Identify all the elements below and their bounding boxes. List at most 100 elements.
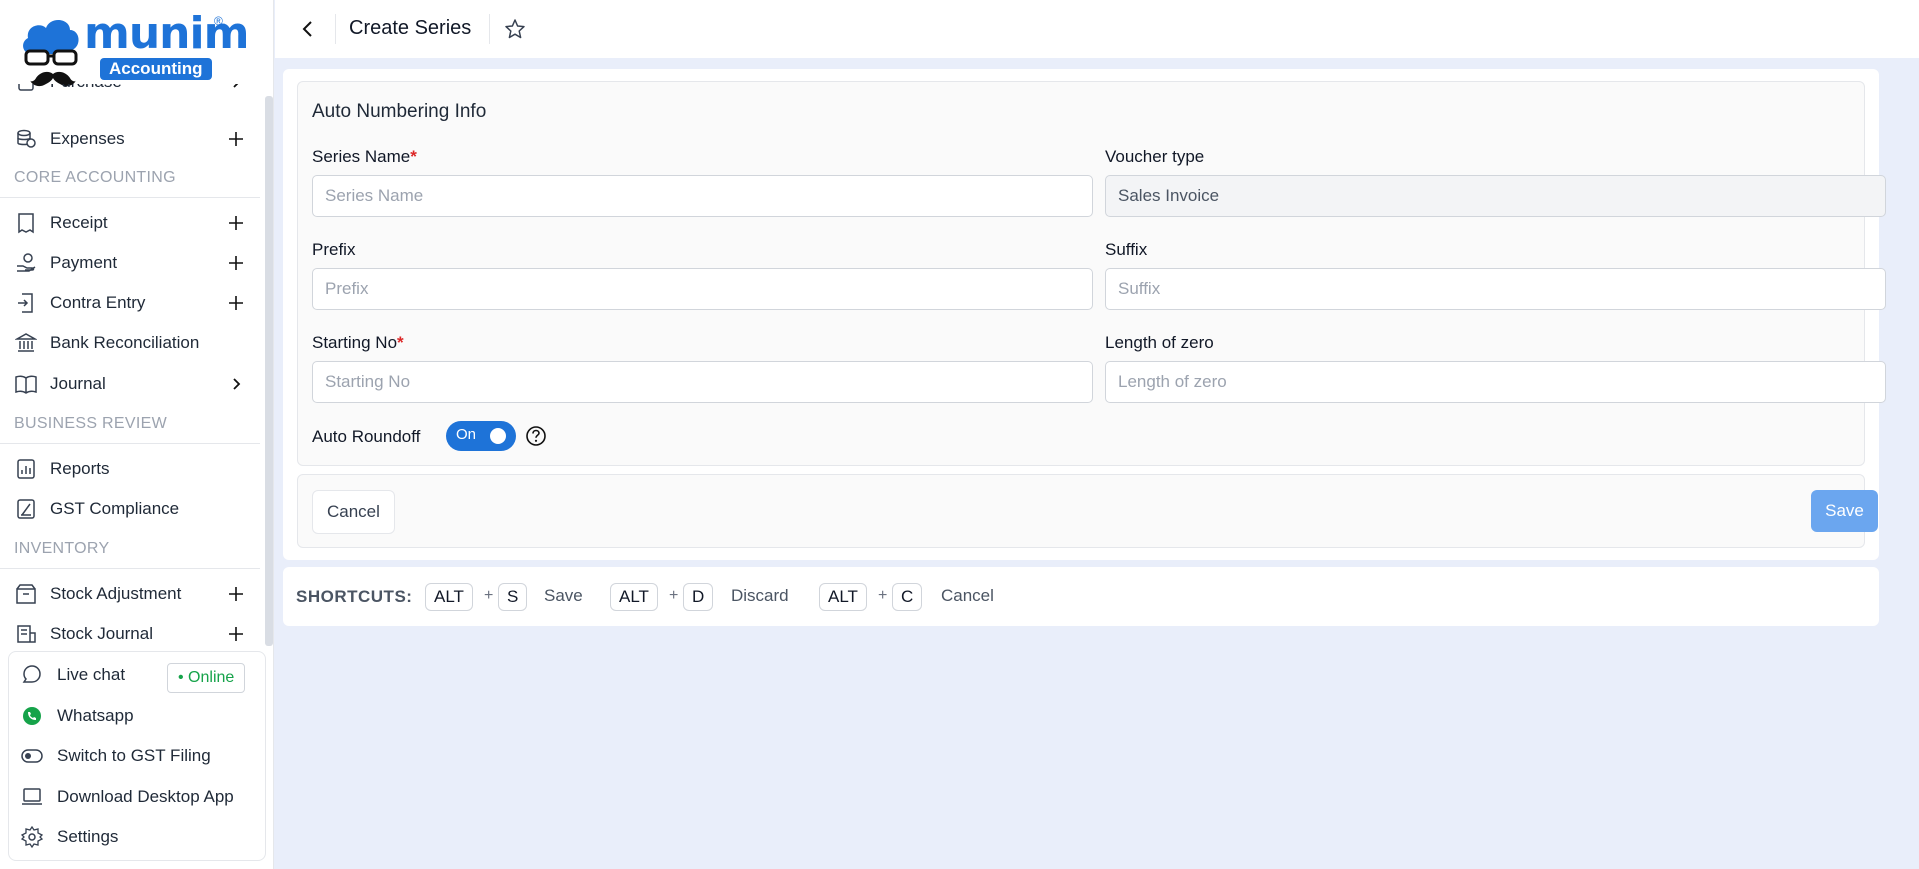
switch-gst-label: Switch to GST Filing (57, 746, 211, 765)
divider (0, 568, 260, 569)
voucher-type-input (1105, 175, 1886, 217)
receipt-icon (15, 212, 37, 234)
box-icon (15, 583, 37, 605)
suffix-input[interactable] (1105, 268, 1886, 310)
starting-no-input[interactable] (312, 361, 1093, 403)
back-arrow-icon[interactable] (295, 16, 321, 42)
download-app-label: Download Desktop App (57, 787, 234, 806)
cancel-button[interactable]: Cancel (312, 490, 395, 534)
section-heading: BUSINESS REVIEW (14, 415, 167, 432)
sidebar-item-label: Journal (50, 374, 106, 393)
sidebar-item-label: Payment (50, 253, 118, 272)
save-button[interactable]: Save (1811, 490, 1878, 532)
chevron-right-icon[interactable] (225, 84, 247, 93)
sidebar-item-gst-compliance[interactable]: GST Compliance (0, 489, 262, 529)
stock-journal-icon (15, 623, 37, 644)
sidebar-item-contra-entry[interactable]: Contra Entry (0, 283, 262, 323)
shortcut-key: ALT (610, 583, 658, 611)
whatsapp-link[interactable]: Whatsapp (9, 697, 265, 735)
sidebar-item-purchase[interactable]: Purchase (0, 84, 262, 102)
toggle-state-text: On (456, 426, 477, 443)
shortcuts-title: SHORTCUTS: (296, 587, 413, 606)
whatsapp-label: Whatsapp (57, 706, 134, 725)
shortcuts-bar: SHORTCUTS: ALT + S Save ALT + D Discard … (283, 567, 1879, 626)
gear-icon (21, 826, 43, 848)
shortcut-key: S (498, 583, 528, 611)
settings-link[interactable]: Settings (9, 818, 265, 856)
voucher-type-label: Voucher type (1105, 147, 1205, 166)
toggle-knob (490, 428, 506, 444)
monitor-icon (21, 786, 43, 808)
sidebar-item-expenses[interactable]: Expenses (0, 119, 262, 159)
hand-coin-icon (15, 252, 37, 274)
plus-icon[interactable] (225, 128, 247, 150)
sidebar-item-bank-reconciliation[interactable]: Bank Reconciliation (0, 323, 262, 363)
prefix-label: Prefix (312, 240, 356, 259)
sidebar-item-label: Expenses (50, 129, 125, 148)
divider (0, 443, 260, 444)
shortcut-action: Save (544, 586, 583, 605)
plus-icon[interactable] (225, 583, 247, 605)
sidebar-nav: Purchase Expenses CORE ACCOUNTING Receip… (0, 84, 262, 644)
live-chat-label: Live chat (57, 665, 126, 684)
sidebar-item-stock-journal[interactable]: Stock Journal (0, 614, 262, 644)
gst-icon (15, 498, 37, 520)
create-series-card: Auto Numbering Info Series Name* Voucher… (283, 69, 1886, 560)
chart-icon (15, 458, 37, 480)
shortcut-plus: + (669, 587, 679, 604)
prefix-input[interactable] (312, 268, 1093, 310)
shortcut-action: Cancel (941, 586, 994, 605)
bank-icon (15, 332, 37, 354)
online-status-badge: • Online (167, 663, 246, 693)
sidebar-item-payment[interactable]: Payment (0, 243, 262, 283)
plus-icon[interactable] (225, 623, 247, 644)
series-name-label-text: Series Name (312, 147, 411, 166)
munim-logo[interactable]: munim ® Accounting (20, 8, 249, 87)
section-heading: CORE ACCOUNTING (14, 169, 176, 186)
suffix-label: Suffix (1105, 240, 1148, 259)
sidebar-scrollbar[interactable] (265, 96, 273, 646)
section-heading: INVENTORY (14, 540, 110, 557)
sidebar-item-journal[interactable]: Journal (0, 364, 262, 404)
auto-roundoff-label: Auto Roundoff (312, 427, 421, 446)
top-bar: Create Series (275, 0, 1919, 58)
plus-icon[interactable] (225, 252, 247, 274)
live-chat-link[interactable]: Live chat • Online (9, 656, 265, 694)
plus-icon[interactable] (225, 292, 247, 314)
shortcut-action: Discard (731, 586, 789, 605)
sidebar-footer: Live chat • Online Whatsapp Switch to GS… (8, 651, 266, 861)
auto-numbering-form: Auto Numbering Info Series Name* Voucher… (297, 81, 1886, 466)
chat-icon (21, 664, 43, 686)
whatsapp-icon (21, 705, 43, 727)
length-of-zero-label: Length of zero (1105, 333, 1214, 352)
required-marker: * (397, 333, 404, 352)
page-title: Create Series (349, 17, 472, 39)
required-marker: * (410, 147, 417, 166)
coins-icon (15, 128, 37, 150)
shortcut-key: C (892, 583, 923, 611)
form-actions: Cancel Save (297, 474, 1878, 548)
sidebar-item-reports[interactable]: Reports (0, 449, 262, 489)
shortcut-key: D (683, 583, 714, 611)
brand-word: munim (84, 8, 249, 59)
auto-roundoff-toggle[interactable]: On (446, 421, 516, 451)
sidebar-item-label: Stock Journal (50, 624, 153, 643)
sidebar: munim ® Accounting Purchase Expenses COR… (0, 0, 274, 869)
divider (335, 14, 336, 44)
length-of-zero-input[interactable] (1105, 361, 1886, 403)
shortcut-key: ALT (425, 583, 473, 611)
switch-gst-filing-link[interactable]: Switch to GST Filing (9, 737, 265, 775)
plus-icon[interactable] (225, 212, 247, 234)
divider (489, 14, 490, 44)
series-name-input[interactable] (312, 175, 1093, 217)
sidebar-item-stock-adjustment[interactable]: Stock Adjustment (0, 574, 262, 614)
download-desktop-app-link[interactable]: Download Desktop App (9, 778, 265, 816)
sidebar-item-receipt[interactable]: Receipt (0, 203, 262, 243)
sidebar-item-label: Purchase (50, 84, 122, 92)
chevron-right-icon[interactable] (225, 373, 247, 395)
star-icon[interactable] (502, 16, 528, 42)
contra-icon (15, 292, 37, 314)
shortcut-plus: + (878, 587, 888, 604)
help-circle-icon[interactable] (524, 424, 548, 448)
starting-no-label-text: Starting No (312, 333, 398, 352)
